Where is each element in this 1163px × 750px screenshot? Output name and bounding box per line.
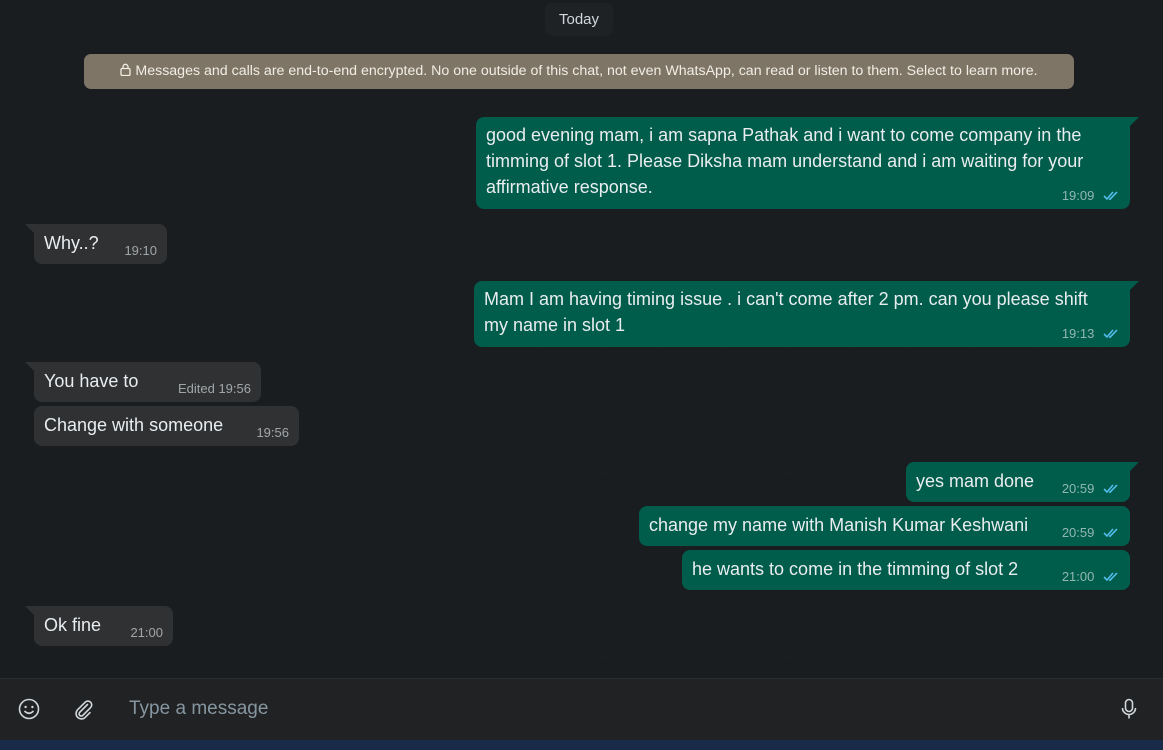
message-text: he wants to come in the timming of slot … — [692, 559, 1019, 579]
message-bubble-incoming[interactable]: Ok fine 21:00 — [25, 606, 173, 646]
message-time: 20:59 — [1061, 481, 1095, 496]
message-time: Edited 19:56 — [177, 381, 251, 396]
message-bubble-incoming[interactable]: You have to Edited 19:56 — [25, 362, 261, 402]
double-check-icon — [1103, 329, 1118, 339]
double-check-icon — [1103, 528, 1118, 538]
message-bubble-outgoing[interactable]: Mam I am having timing issue . i can't c… — [474, 281, 1139, 347]
message-time: 21:00 — [130, 625, 163, 640]
message-input[interactable]: Type a message — [129, 697, 268, 721]
os-taskbar — [0, 740, 1163, 750]
message-bubble-outgoing[interactable]: he wants to come in the timming of slot … — [682, 550, 1130, 590]
message-text: affirmative response. — [486, 177, 653, 197]
message-bubble-outgoing[interactable]: good evening mam, i am sapna Pathak and … — [476, 117, 1139, 209]
lock-icon — [120, 63, 132, 76]
attach-icon[interactable] — [71, 697, 95, 721]
message-time: 19:13 — [1061, 326, 1095, 341]
message-text: change my name with Manish Kumar Keshwan… — [649, 515, 1029, 535]
message-text: Change with someone — [44, 415, 224, 435]
message-composer: Type a message — [0, 678, 1163, 741]
encryption-notice-text: Messages and calls are end-to-end encryp… — [135, 63, 1038, 79]
double-check-icon — [1103, 191, 1118, 201]
message-meta: 21:00 — [1062, 570, 1120, 584]
chat-area[interactable]: Today Messages and calls are end-to-end … — [0, 0, 1163, 678]
message-text: my name in slot 1 — [484, 315, 626, 335]
message-bubble-incoming[interactable]: Change with someone 19:56 — [34, 406, 299, 446]
message-text: good evening mam, i am sapna Pathak and … — [486, 125, 1082, 145]
message-meta: 19:13 — [1062, 327, 1120, 341]
message-time: 19:10 — [124, 243, 157, 258]
message-bubble-incoming[interactable]: Why..? 19:10 — [25, 224, 167, 264]
encryption-notice[interactable]: Messages and calls are end-to-end encryp… — [84, 54, 1074, 89]
message-text: Mam I am having timing issue . i can't c… — [484, 289, 1088, 309]
message-bubble-outgoing[interactable]: change my name with Manish Kumar Keshwan… — [639, 506, 1130, 546]
message-text: timming of slot 1. Please Diksha mam und… — [486, 151, 1084, 171]
microphone-icon[interactable] — [1117, 697, 1141, 721]
message-time: 20:59 — [1061, 525, 1095, 540]
message-time: 19:09 — [1061, 188, 1095, 203]
message-meta: 20:59 — [1062, 482, 1120, 496]
double-check-icon — [1103, 572, 1118, 582]
date-separator: Today — [545, 3, 613, 36]
emoji-icon[interactable] — [17, 697, 41, 721]
message-time: 21:00 — [1061, 569, 1095, 584]
message-meta: 19:09 — [1062, 189, 1120, 203]
message-time: 19:56 — [256, 425, 289, 440]
double-check-icon — [1103, 484, 1118, 494]
message-bubble-outgoing[interactable]: yes mam done 20:59 — [906, 462, 1139, 502]
message-meta: 20:59 — [1062, 526, 1120, 540]
